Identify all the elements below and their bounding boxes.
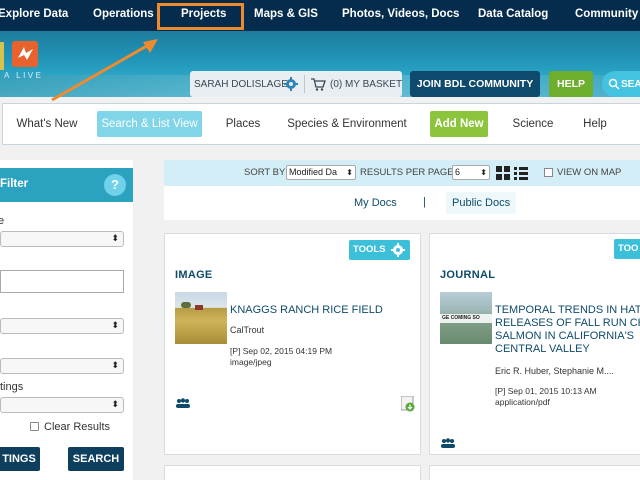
tab-science[interactable]: Science (508, 104, 558, 144)
filter-label: e (0, 215, 5, 227)
results-per-page-label: RESULTS PER PAGE (360, 167, 454, 178)
tools-button[interactable]: TOOLS (349, 240, 410, 260)
filter-text-input[interactable] (0, 270, 124, 293)
card-title-link[interactable]: KNAGGS RANCH RICE FIELD (230, 304, 383, 317)
logo-fragment (0, 42, 4, 70)
list-view-icon[interactable] (514, 166, 528, 180)
download-icon[interactable] (401, 396, 415, 412)
sort-by-select[interactable]: Modified Da ⬍ (286, 165, 356, 180)
view-on-map-label: VIEW ON MAP (557, 167, 622, 178)
clear-results-label: Clear Results (44, 421, 111, 433)
card-type: JOURNAL (440, 269, 496, 281)
docs-separator: | (423, 196, 426, 208)
result-card: TOOLS IMAGE KNAGGS RANCH RICE FIELD CalT… (164, 233, 421, 455)
filter-select-1[interactable]: ⬍ (0, 231, 124, 247)
card-author: CalTrout (230, 325, 265, 335)
filter-select-2[interactable]: ⬍ (0, 318, 124, 334)
result-card (164, 465, 421, 480)
sort-by-label: SORT BY (244, 167, 286, 178)
filter-select-3[interactable]: ⬍ (0, 358, 124, 374)
user-name-link[interactable]: SARAH DOLISLAGER (194, 79, 295, 90)
filter-title: Filter (0, 178, 29, 190)
card-thumbnail[interactable]: GE COMING SO (440, 292, 492, 344)
search-button[interactable]: SEA (602, 71, 640, 97)
card-title-link[interactable]: TEMPORAL TRENDS IN HAT RELEASES OF FALL … (495, 304, 640, 356)
join-community-button[interactable]: JOIN BDL COMMUNITY (410, 71, 540, 97)
gear-icon[interactable] (284, 77, 298, 91)
divider (304, 75, 305, 93)
filter-header: Filter ? (0, 168, 133, 202)
top-nav-bar: Explore Data Operations Projects Maps & … (0, 0, 640, 31)
sort-bar: SORT BY Modified Da ⬍ RESULTS PER PAGE 6 ⬍… (164, 160, 640, 186)
card-date: [P] Sep 01, 2015 10:13 AM (495, 386, 597, 396)
grid-view-icon[interactable] (496, 166, 510, 180)
thumbnail-harvester (195, 305, 203, 310)
search-label: SEA (621, 79, 640, 90)
bird-logo-icon[interactable] (12, 41, 38, 67)
my-docs-link[interactable]: My Docs (354, 197, 397, 209)
card-mime-type: image/jpeg (230, 357, 272, 367)
tab-places[interactable]: Places (219, 104, 267, 144)
tab-help[interactable]: Help (575, 104, 615, 144)
header-banner: A LIVE SARAH DOLISLAGER (0) MY BASKET JO… (0, 31, 640, 97)
thumbnail-overlay-text: GE COMING SO (440, 314, 492, 323)
basket-icon[interactable] (310, 77, 326, 91)
card-thumbnail[interactable] (175, 292, 227, 344)
result-card (429, 465, 640, 480)
result-card: JOURNAL GE COMING SO TEMPORAL TRENDS IN … (429, 233, 640, 455)
card-mime-type: application/pdf (495, 397, 550, 407)
card-author: Eric R. Huber, Stephanie M.... (495, 366, 615, 376)
card-date: [P] Sep 02, 2015 04:19 PM (230, 346, 333, 356)
public-docs-link[interactable]: Public Docs (452, 197, 510, 209)
user-account-bar: SARAH DOLISLAGER (0) MY BASKET (190, 71, 402, 97)
view-on-map-checkbox[interactable] (544, 168, 553, 177)
my-basket-link[interactable]: (0) MY BASKET (330, 79, 402, 90)
filter-panel: Filter ? e ⬍ ⬍ ⬍ tings ⬍ Clear Results T… (0, 160, 133, 480)
secondary-nav: What's New Search & List View Places Spe… (2, 103, 640, 145)
clear-results-checkbox[interactable] (30, 422, 39, 431)
nav-data-catalog[interactable]: Data Catalog (478, 8, 548, 20)
settings-button[interactable]: TINGS (0, 447, 40, 471)
help-icon[interactable]: ? (104, 174, 126, 196)
annotation-highlight-box (157, 3, 244, 30)
people-icon[interactable] (175, 398, 191, 408)
search-icon (608, 78, 620, 90)
people-icon[interactable] (440, 438, 456, 448)
help-button[interactable]: HELP (549, 71, 593, 97)
tab-whats-new[interactable]: What's New (9, 104, 85, 144)
docs-toggle-bar: My Docs | Public Docs (164, 186, 640, 220)
nav-explore-data[interactable]: Explore Data (0, 8, 68, 20)
filter-select-4[interactable]: ⬍ (0, 397, 124, 413)
nav-maps-gis[interactable]: Maps & GIS (254, 8, 318, 20)
card-type: IMAGE (175, 269, 213, 281)
filter-label-settings: tings (0, 381, 24, 393)
search-submit-button[interactable]: SEARCH (68, 447, 124, 471)
tools-button[interactable]: TOO (614, 239, 640, 259)
nav-photos-videos-docs[interactable]: Photos, Videos, Docs (342, 8, 459, 20)
add-new-button[interactable]: Add New (430, 111, 488, 137)
tab-search-list-view[interactable]: Search & List View (97, 111, 202, 137)
results-per-page-select[interactable]: 6 ⬍ (452, 165, 490, 180)
nav-community[interactable]: Community (575, 8, 638, 20)
gear-icon (391, 243, 405, 257)
logo-text: A LIVE (4, 71, 44, 80)
tab-species-environment[interactable]: Species & Environment (283, 104, 411, 144)
nav-operations[interactable]: Operations (93, 8, 154, 20)
thumbnail-tree (181, 302, 191, 308)
